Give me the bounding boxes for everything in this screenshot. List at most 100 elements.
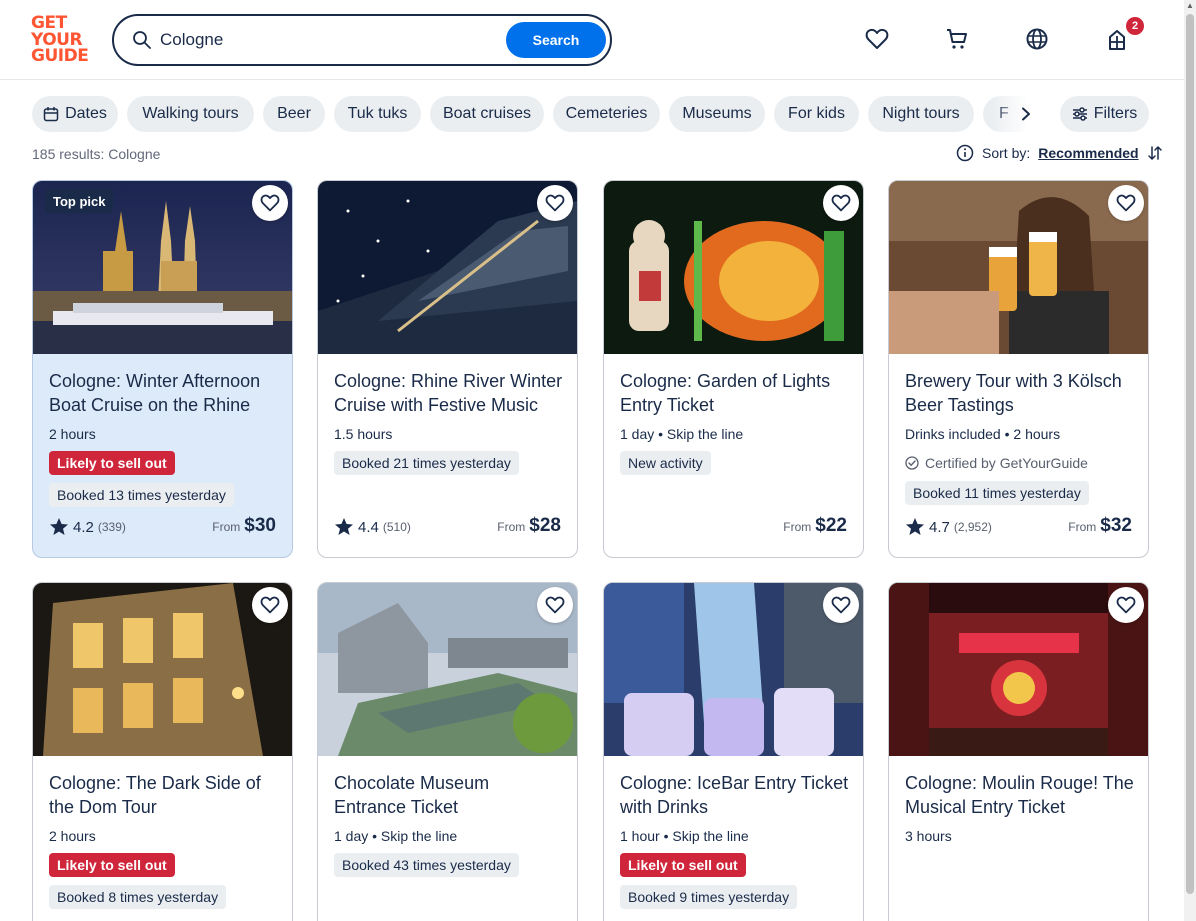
chip-night-tours[interactable]: Night tours bbox=[868, 96, 974, 132]
booked-count-tag: Booked 9 times yesterday bbox=[620, 885, 798, 909]
top-pick-badge: Top pick bbox=[45, 189, 114, 213]
search-button[interactable]: Search bbox=[506, 22, 606, 58]
booked-count-tag: Booked 21 times yesterday bbox=[334, 451, 519, 475]
heart-icon[interactable] bbox=[823, 185, 859, 221]
globe-icon[interactable] bbox=[1024, 26, 1050, 52]
price: From $30 bbox=[212, 515, 276, 537]
card-duration: Drinks included • 2 hours bbox=[905, 426, 1061, 442]
chip-label: Dates bbox=[65, 105, 107, 122]
card-duration: 1.5 hours bbox=[334, 426, 393, 442]
sort-dropdown[interactable]: Recommended bbox=[1038, 145, 1138, 161]
star-icon bbox=[906, 518, 924, 535]
rating: 4.4 (510) bbox=[334, 517, 411, 537]
star-icon bbox=[335, 518, 353, 535]
info-icon[interactable] bbox=[956, 144, 974, 162]
cart-icon[interactable] bbox=[944, 26, 970, 52]
card-image[interactable] bbox=[318, 181, 577, 354]
likely-to-sell-out-tag: Likely to sell out bbox=[620, 853, 746, 877]
certified-check-icon bbox=[905, 456, 919, 470]
heart-icon[interactable] bbox=[252, 185, 288, 221]
logo-line-3: GUIDE bbox=[31, 46, 89, 66]
price: From $28 bbox=[497, 515, 561, 537]
price-from-label: From bbox=[783, 520, 812, 534]
chip-beer[interactable]: Beer bbox=[263, 96, 325, 132]
rating: 4.2 (339) bbox=[49, 517, 126, 537]
sort-control: Sort by: Recommended bbox=[956, 144, 1163, 162]
activity-card[interactable]: Chocolate Museum Entrance Ticket 1 day •… bbox=[317, 582, 578, 921]
card-title[interactable]: Cologne: Rhine River Winter Cruise with … bbox=[334, 369, 564, 417]
card-title[interactable]: Chocolate Museum Entrance Ticket bbox=[334, 771, 564, 819]
card-duration: 1 hour • Skip the line bbox=[620, 828, 749, 844]
chip-museums[interactable]: Museums bbox=[669, 96, 765, 132]
price: From $22 bbox=[783, 515, 847, 537]
card-title[interactable]: Cologne: Winter Afternoon Boat Cruise on… bbox=[49, 369, 279, 417]
search-icon bbox=[133, 31, 151, 49]
price-amount: $32 bbox=[1100, 515, 1132, 536]
heart-icon[interactable] bbox=[1108, 185, 1144, 221]
activity-card[interactable]: Cologne: Rhine River Winter Cruise with … bbox=[317, 180, 578, 558]
card-title[interactable]: Cologne: Garden of Lights Entry Ticket bbox=[620, 369, 850, 417]
card-title[interactable]: Cologne: The Dark Side of the Dom Tour bbox=[49, 771, 279, 819]
price-from-label: From bbox=[497, 520, 526, 534]
card-image[interactable] bbox=[889, 181, 1148, 354]
chip-for-kids[interactable]: For kids bbox=[774, 96, 859, 132]
category-chips: Dates Walking tours Beer Tuk tuks Boat c… bbox=[32, 96, 1052, 132]
rating-value: 4.2 bbox=[73, 518, 94, 536]
likely-to-sell-out-tag: Likely to sell out bbox=[49, 451, 175, 475]
chip-boat-cruises[interactable]: Boat cruises bbox=[430, 96, 544, 132]
calendar-icon bbox=[43, 107, 59, 122]
chevron-right-icon[interactable] bbox=[1012, 100, 1040, 128]
card-title[interactable]: Cologne: IceBar Entry Ticket with Drinks bbox=[620, 771, 850, 819]
star-icon bbox=[50, 518, 68, 535]
chip-tuk-tuks[interactable]: Tuk tuks bbox=[334, 96, 421, 132]
activity-card[interactable]: Cologne: Moulin Rouge! The Musical Entry… bbox=[888, 582, 1149, 921]
logo-line-1: GET bbox=[31, 13, 67, 33]
card-duration: 2 hours bbox=[49, 828, 96, 844]
card-duration: 1 day • Skip the line bbox=[334, 828, 458, 844]
wishlist-heart-icon[interactable] bbox=[864, 26, 890, 52]
filters-button[interactable]: Filters bbox=[1060, 96, 1149, 132]
search-input[interactable] bbox=[160, 26, 500, 54]
heart-icon[interactable] bbox=[537, 185, 573, 221]
scroll-up-arrow-icon[interactable]: ▲ bbox=[1186, 2, 1194, 10]
sort-label: Sort by: bbox=[982, 145, 1031, 161]
card-title[interactable]: Brewery Tour with 3 Kölsch Beer Tastings bbox=[905, 369, 1135, 417]
top-header: GET YOUR GUIDE Search 2 bbox=[0, 0, 1184, 80]
chip-cemeteries[interactable]: Cemeteries bbox=[553, 96, 660, 132]
activity-card[interactable]: Cologne: The Dark Side of the Dom Tour 2… bbox=[32, 582, 293, 921]
page-scrollbar[interactable]: ▲ bbox=[1184, 0, 1196, 921]
activity-card[interactable]: Brewery Tour with 3 Kölsch Beer Tastings… bbox=[888, 180, 1149, 558]
heart-icon[interactable] bbox=[537, 587, 573, 623]
card-image[interactable] bbox=[33, 583, 292, 756]
chip-walking-tours[interactable]: Walking tours bbox=[127, 96, 254, 132]
booked-count-tag: Booked 8 times yesterday bbox=[49, 885, 227, 909]
getyourguide-logo[interactable]: GET YOUR GUIDE bbox=[31, 13, 91, 66]
card-image[interactable] bbox=[604, 181, 863, 354]
review-count: (510) bbox=[382, 520, 411, 534]
price-amount: $28 bbox=[529, 515, 561, 536]
search-bar: Search bbox=[112, 14, 612, 66]
card-image[interactable]: Top pick bbox=[33, 181, 292, 354]
notification-badge: 2 bbox=[1126, 17, 1144, 35]
card-image[interactable] bbox=[889, 583, 1148, 756]
card-title[interactable]: Cologne: Moulin Rouge! The Musical Entry… bbox=[905, 771, 1135, 819]
activity-card[interactable]: Cologne: Garden of Lights Entry Ticket 1… bbox=[603, 180, 864, 558]
card-image[interactable] bbox=[604, 583, 863, 756]
new-activity-tag: New activity bbox=[620, 451, 711, 475]
chip-dates[interactable]: Dates bbox=[32, 96, 118, 132]
activity-card[interactable]: Cologne: IceBar Entry Ticket with Drinks… bbox=[603, 582, 864, 921]
heart-icon[interactable] bbox=[252, 587, 288, 623]
scroll-thumb[interactable] bbox=[1186, 14, 1194, 894]
rating-value: 4.4 bbox=[358, 518, 379, 536]
heart-icon[interactable] bbox=[823, 587, 859, 623]
activity-card[interactable]: Top pick Cologne: Winter Afternoon Boat … bbox=[32, 180, 293, 558]
card-duration: 3 hours bbox=[905, 828, 952, 844]
card-image[interactable] bbox=[318, 583, 577, 756]
rating: 4.7 (2,952) bbox=[905, 517, 992, 537]
card-duration: 2 hours bbox=[49, 426, 96, 442]
booked-count-tag: Booked 11 times yesterday bbox=[905, 481, 1089, 505]
price-from-label: From bbox=[212, 520, 241, 534]
price-amount: $30 bbox=[244, 515, 276, 536]
sort-arrows-icon[interactable] bbox=[1147, 145, 1163, 161]
heart-icon[interactable] bbox=[1108, 587, 1144, 623]
